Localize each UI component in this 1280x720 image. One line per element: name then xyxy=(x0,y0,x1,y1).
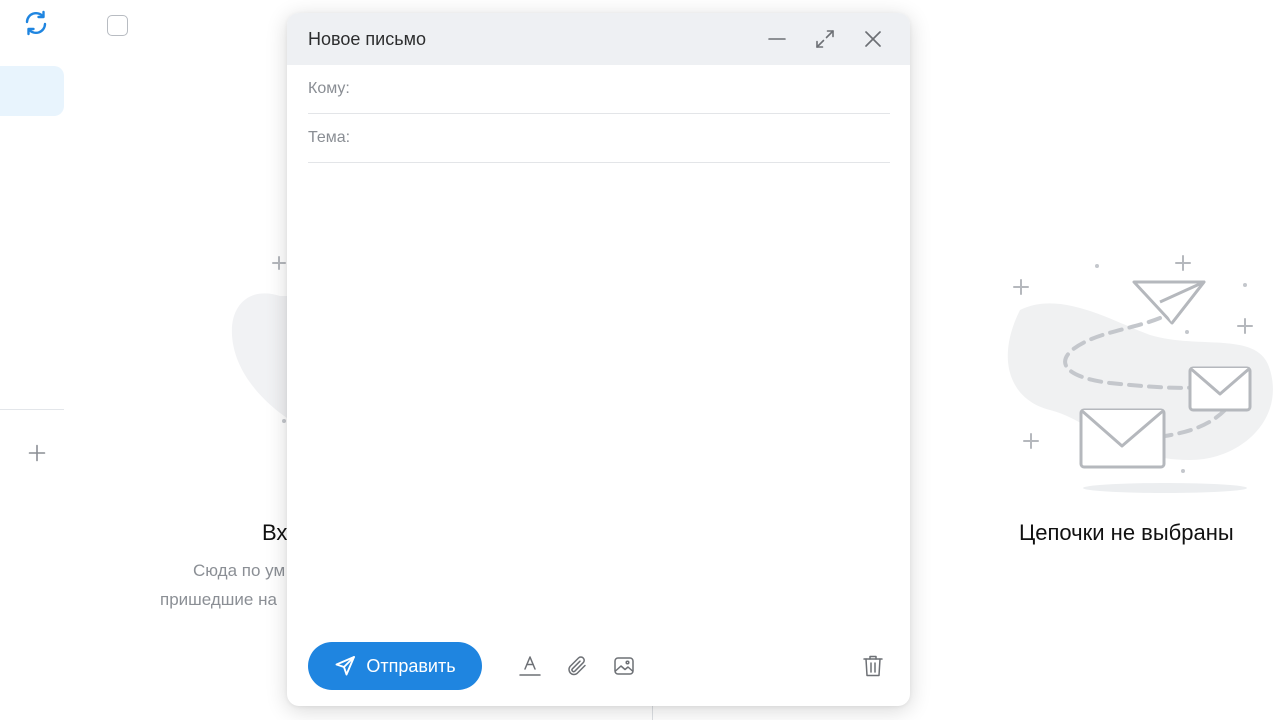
inbox-empty-title: Вх xyxy=(262,520,288,545)
subject-field-row: Тема: xyxy=(308,114,890,163)
to-label: Кому: xyxy=(308,80,350,97)
image-icon xyxy=(614,657,634,675)
send-button[interactable]: Отправить xyxy=(308,642,482,690)
paper-plane-icon xyxy=(334,655,356,677)
subject-input[interactable] xyxy=(356,123,890,153)
attach-file-button[interactable] xyxy=(560,649,594,683)
refresh-icon xyxy=(25,10,47,36)
compose-title: Новое письмо xyxy=(308,28,426,49)
add-folder-button[interactable] xyxy=(24,440,50,466)
minimize-button[interactable] xyxy=(761,23,793,55)
send-button-label: Отправить xyxy=(366,655,456,676)
compose-window: Новое письмо Кому: Тема: Отправить xyxy=(287,13,910,706)
paperclip-icon xyxy=(568,656,586,676)
plus-icon xyxy=(28,444,46,462)
sidebar-item-inbox[interactable] xyxy=(0,66,64,116)
to-input[interactable] xyxy=(355,74,890,104)
to-field-row: Кому: xyxy=(308,65,890,114)
select-all-checkbox[interactable] xyxy=(107,15,128,36)
text-format-button[interactable] xyxy=(513,649,547,683)
trash-icon xyxy=(863,655,883,677)
mail-app: Вх Сюда по ум пришедшие на Цепочки не вы… xyxy=(0,0,1280,720)
compose-header[interactable]: Новое письмо xyxy=(287,13,910,65)
delete-draft-button[interactable] xyxy=(856,649,890,683)
insert-image-button[interactable] xyxy=(607,649,641,683)
minimize-icon xyxy=(768,38,786,40)
subject-label: Тема: xyxy=(308,129,351,146)
sidebar-divider xyxy=(0,409,64,410)
threads-empty-title: Цепочки не выбраны xyxy=(1019,520,1234,545)
expand-button[interactable] xyxy=(809,23,841,55)
message-body-input[interactable] xyxy=(308,165,890,626)
no-threads-illustration xyxy=(1000,250,1280,505)
message-body xyxy=(308,165,890,626)
close-icon xyxy=(865,31,881,47)
compose-toolbar: Отправить xyxy=(308,642,890,690)
close-button[interactable] xyxy=(857,23,889,55)
expand-icon xyxy=(816,30,834,48)
refresh-button[interactable] xyxy=(20,7,52,39)
text-format-icon xyxy=(519,656,541,676)
